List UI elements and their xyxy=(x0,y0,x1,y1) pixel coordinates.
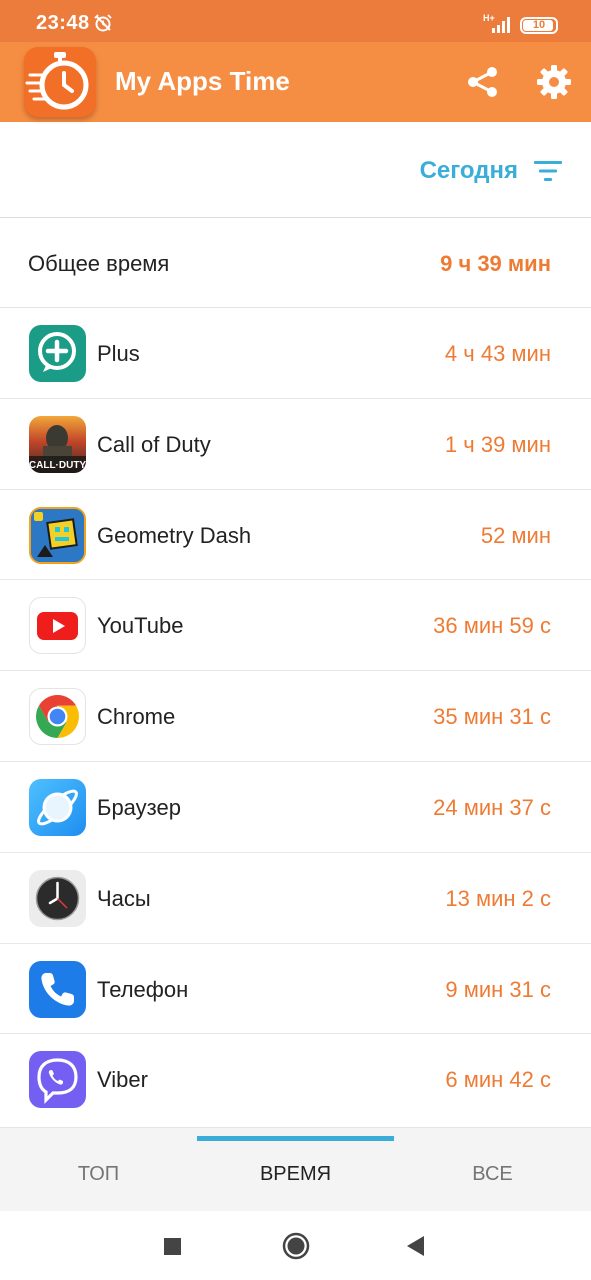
geometry-dash-app-icon xyxy=(29,506,86,564)
svg-text:CALL·DUTY: CALL·DUTY xyxy=(29,460,86,471)
app-name: Geometry Dash xyxy=(97,522,252,548)
home-icon[interactable] xyxy=(281,1231,311,1261)
list-item[interactable]: CALL·DUTY Call of Duty 1 ч 39 мин xyxy=(0,399,591,490)
list-item[interactable]: Браузер 24 мин 37 с xyxy=(0,762,591,853)
app-name: Call of Duty xyxy=(97,431,211,457)
share-icon[interactable] xyxy=(465,64,501,100)
app-name: Браузер xyxy=(97,794,181,820)
app-time: 1 ч 39 мин xyxy=(444,431,551,457)
list-item[interactable]: Viber 6 мин 42 с xyxy=(0,1034,591,1125)
battery-level: 10 xyxy=(532,19,546,31)
total-time-value: 9 ч 39 мин xyxy=(440,251,551,276)
phone-app-icon xyxy=(29,960,86,1018)
app-name: Plus xyxy=(97,341,140,366)
back-icon[interactable] xyxy=(402,1231,432,1261)
youtube-app-icon xyxy=(29,597,86,655)
recents-icon[interactable] xyxy=(158,1231,188,1261)
app-name: YouTube xyxy=(97,613,184,639)
app-time: 52 мин xyxy=(480,522,551,548)
list-item[interactable]: Plus 4 ч 43 мин xyxy=(0,308,591,399)
app-title: My Apps Time xyxy=(115,66,290,96)
period-filter-label[interactable]: Сегодня xyxy=(420,157,518,185)
tab-top[interactable]: ТОП xyxy=(0,1128,197,1212)
system-nav-bar xyxy=(0,1211,591,1280)
total-time-label: Общее время xyxy=(28,251,170,276)
app-bar: My Apps Time xyxy=(0,42,591,122)
app-name: Viber xyxy=(97,1067,148,1093)
app-time: 35 мин 31 с xyxy=(433,704,551,730)
plus-app-icon xyxy=(29,325,86,382)
app-time: 4 ч 43 мин xyxy=(444,341,551,366)
app-time: 9 мин 31 с xyxy=(445,976,551,1002)
clock-app-icon xyxy=(29,869,86,927)
app-name: Телефон xyxy=(97,976,189,1002)
viber-app-icon xyxy=(29,1051,86,1109)
app-name: Часы xyxy=(97,885,151,911)
app-time: 36 мин 59 с xyxy=(433,613,551,639)
list-item[interactable]: YouTube 36 мин 59 с xyxy=(0,580,591,672)
gear-icon[interactable] xyxy=(536,64,572,100)
app-time: 13 мин 2 с xyxy=(445,885,551,911)
browser-app-icon xyxy=(29,778,86,836)
alarm-off-icon xyxy=(94,14,112,32)
filter-icon[interactable] xyxy=(532,157,564,185)
list-item[interactable]: Часы 13 мин 2 с xyxy=(0,853,591,944)
list-item[interactable]: Телефон 9 мин 31 с xyxy=(0,944,591,1035)
screen: 23:48 H+ 10 My Apps Time Сегодня Общее в… xyxy=(0,0,591,1280)
list-item[interactable]: Geometry Dash 52 мин xyxy=(0,490,591,581)
status-time: 23:48 xyxy=(36,12,90,34)
chrome-app-icon xyxy=(29,688,86,746)
call-of-duty-app-icon: CALL·DUTY xyxy=(29,415,86,473)
app-time: 24 мин 37 с xyxy=(433,794,551,820)
signal-icon xyxy=(492,17,510,33)
list-item[interactable]: Chrome 35 мин 31 с xyxy=(0,671,591,762)
stopwatch-logo-icon xyxy=(24,47,96,117)
tab-time[interactable]: ВРЕМЯ xyxy=(197,1128,394,1212)
filter-row: Сегодня xyxy=(0,122,591,218)
app-name: Chrome xyxy=(97,704,176,730)
total-time-row: Общее время 9 ч 39 мин xyxy=(0,218,591,308)
tab-all[interactable]: ВСЕ xyxy=(394,1128,591,1212)
battery-icon: 10 xyxy=(520,17,558,34)
bottom-tab-bar: ТОП ВРЕМЯ ВСЕ xyxy=(0,1127,591,1211)
app-time: 6 мин 42 с xyxy=(445,1067,551,1093)
app-usage-list: Plus 4 ч 43 мин CALL·DUTY Call of Duty 1… xyxy=(0,308,591,1125)
status-bar: 23:48 H+ 10 xyxy=(0,0,591,42)
